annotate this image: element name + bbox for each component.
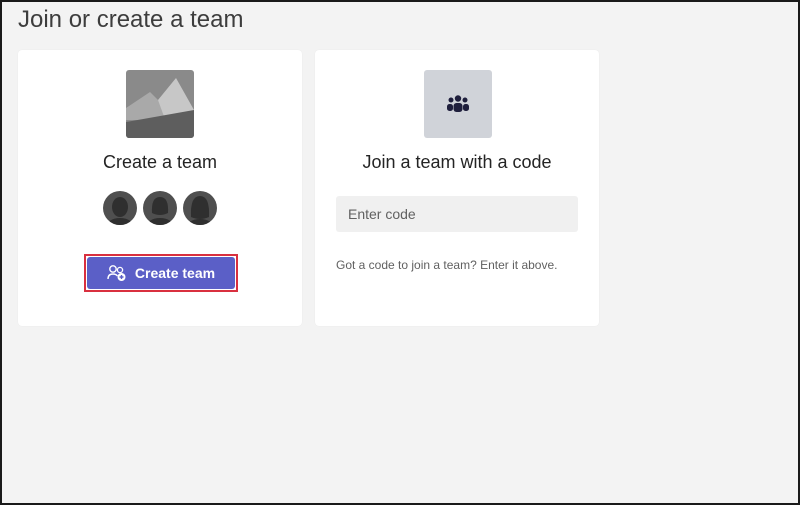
create-team-button[interactable]: Create team — [87, 257, 235, 289]
page-title: Join or create a team — [18, 6, 244, 33]
create-team-button-label: Create team — [134, 265, 216, 281]
create-team-title: Create a team — [102, 152, 218, 172]
join-hint-text: Got a code to join a team? Enter it abov… — [336, 258, 558, 272]
app-frame: Join or create a team Create a team Crea… — [0, 0, 800, 505]
team-code-input[interactable] — [336, 196, 578, 232]
add-people-icon — [107, 264, 127, 282]
avatar — [143, 191, 177, 225]
avatar-group — [18, 191, 302, 225]
avatar — [183, 191, 217, 225]
join-team-title: Join a team with a code — [362, 152, 552, 172]
avatar — [103, 191, 137, 225]
teams-people-icon — [424, 70, 492, 138]
create-team-card[interactable]: Create a team Create team — [18, 50, 302, 326]
landscape-image-icon — [126, 70, 194, 138]
join-team-card: Join a team with a code Got a code to jo… — [315, 50, 599, 326]
